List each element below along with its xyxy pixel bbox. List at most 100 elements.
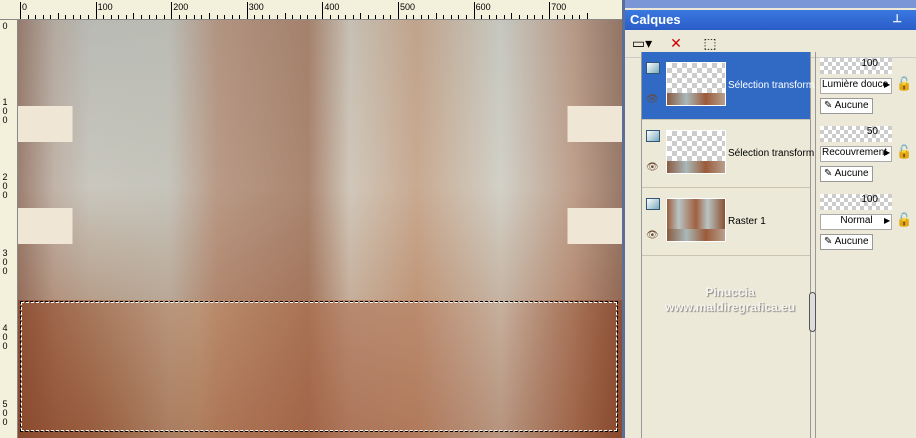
- ruler-tick: [435, 13, 437, 19]
- layer-type-icon: [646, 198, 660, 210]
- dropdown-arrow-icon[interactable]: ▶: [884, 216, 890, 225]
- ruler-tick: [57, 13, 59, 19]
- history-palette-edge: [625, 0, 916, 8]
- eye-visibility-icon[interactable]: 👁: [646, 230, 659, 241]
- ruler-tick: [95, 2, 97, 19]
- ruler-tick: [140, 15, 142, 19]
- ruler-tick: [314, 15, 316, 19]
- ruler-tick: [118, 15, 120, 19]
- vertical-ruler: 0 100 200 300 400 500: [0, 20, 18, 438]
- ruler-label: 200: [173, 2, 189, 12]
- ruler-tick: [375, 15, 377, 19]
- layer-type-icon: [646, 130, 660, 142]
- mask-button[interactable]: ✎ Aucune: [820, 98, 873, 114]
- ruler-tick: [518, 15, 520, 19]
- ruler-label: 200: [2, 172, 8, 201]
- ruler-tick: [428, 15, 430, 19]
- layer-property-group: 100 Normal ▶ 🔓 ✎ Aucune: [820, 192, 916, 256]
- layer-row[interactable]: 👁 Sélection transform: [642, 120, 814, 188]
- ruler-tick: [450, 15, 452, 19]
- ruler-tick: [125, 15, 127, 19]
- mask-label: Aucune: [834, 100, 869, 111]
- ruler-tick: [398, 2, 399, 19]
- blend-mode-dropdown[interactable]: Normal: [820, 214, 892, 230]
- layer-row[interactable]: 👁 Raster 1: [642, 188, 810, 256]
- layer-name: Sélection transform: [728, 148, 815, 159]
- ruler-tick: [103, 15, 105, 19]
- ruler-tick: [178, 15, 180, 19]
- mask-button[interactable]: ✎ Aucune: [820, 166, 873, 182]
- layer-thumbnail: [666, 62, 726, 106]
- ruler-tick: [534, 15, 536, 19]
- layer-thumbnail: [666, 130, 726, 174]
- lock-icon[interactable]: 🔓: [896, 144, 912, 160]
- image-canvas[interactable]: [18, 20, 622, 438]
- lock-icon[interactable]: 🔓: [896, 76, 912, 92]
- ruler-tick: [27, 15, 29, 19]
- layer-name: Sélection transform: [728, 80, 815, 91]
- ruler-tick: [239, 15, 241, 19]
- layer-property-group: 50 Recouvrement ▶ 🔓 ✎ Aucune: [820, 124, 916, 188]
- mask-button[interactable]: ✎ Aucune: [820, 234, 873, 250]
- ruler-tick: [171, 2, 173, 19]
- layer-name: Raster 1: [728, 216, 766, 227]
- ruler-tick: [322, 2, 324, 19]
- ruler-tick: [367, 15, 369, 19]
- opacity-slider[interactable]: 100: [820, 194, 892, 210]
- ruler-tick: [390, 15, 392, 19]
- ruler-label: 400: [324, 2, 340, 12]
- ruler-tick: [246, 2, 248, 19]
- selection-marquee[interactable]: [20, 301, 618, 432]
- layers-list: 👁 Sélection transform 👁 Sélection transform…: [641, 52, 814, 438]
- ruler-tick: [329, 15, 331, 19]
- layers-palette: Calques ⊥ ▭▾ ✕ ⬚ 👁 Sélection transform 👁 Sé…: [622, 0, 916, 438]
- mask-label: Aucune: [834, 236, 869, 247]
- ruler-label: 600: [475, 2, 491, 12]
- lock-icon[interactable]: 🔓: [896, 212, 912, 228]
- ruler-tick: [261, 15, 263, 19]
- ruler-tick: [50, 15, 52, 19]
- ruler-tick: [488, 15, 490, 19]
- ruler-tick: [35, 15, 37, 19]
- ruler-tick: [579, 15, 581, 19]
- delete-layer-icon[interactable]: ✕: [665, 34, 687, 54]
- ruler-tick: [299, 15, 301, 19]
- ruler-tick: [556, 15, 558, 19]
- watermark-line2: www.maldiregrafica.eu: [664, 300, 796, 314]
- watermark: Pinuccia www.maldiregrafica.eu: [635, 285, 825, 315]
- ruler-tick: [503, 15, 505, 19]
- ruler-tick: [186, 15, 188, 19]
- opacity-slider[interactable]: 50: [820, 126, 892, 142]
- ruler-tick: [65, 15, 67, 19]
- horizontal-ruler: 0 100 200 300 400 500 600 700: [0, 0, 622, 20]
- ruler-tick: [156, 15, 158, 19]
- layer-thumbnail: [666, 198, 726, 242]
- ruler-tick: [587, 13, 588, 19]
- opacity-slider[interactable]: 100: [820, 58, 892, 74]
- pin-icon[interactable]: ⊥: [892, 12, 902, 25]
- ruler-tick: [284, 13, 286, 19]
- ruler-tick: [496, 15, 498, 19]
- ruler-tick: [209, 13, 210, 19]
- ruler-tick: [382, 15, 384, 19]
- ruler-tick: [571, 15, 573, 19]
- ruler-tick: [473, 2, 475, 19]
- new-layer-icon[interactable]: ▭▾: [631, 34, 653, 54]
- panel-splitter-handle[interactable]: [809, 292, 816, 332]
- ruler-tick: [405, 15, 407, 19]
- layer-row[interactable]: 👁 Sélection transform: [642, 52, 814, 120]
- eye-visibility-icon[interactable]: 👁: [646, 94, 659, 105]
- ruler-tick: [80, 15, 82, 19]
- ruler-tick: [307, 15, 309, 19]
- ruler-tick: [481, 15, 483, 19]
- blend-mode-dropdown[interactable]: Lumière douce: [820, 78, 892, 94]
- blend-mode-dropdown[interactable]: Recouvrement: [820, 146, 892, 162]
- ruler-tick: [216, 15, 218, 19]
- dropdown-arrow-icon[interactable]: ▶: [884, 148, 890, 157]
- ruler-tick: [352, 15, 354, 19]
- dropdown-arrow-icon[interactable]: ▶: [884, 80, 890, 89]
- ruler-tick: [269, 15, 271, 19]
- ruler-tick: [541, 15, 543, 19]
- eye-visibility-icon[interactable]: 👁: [646, 162, 659, 173]
- edit-selection-icon[interactable]: ⬚: [699, 34, 721, 54]
